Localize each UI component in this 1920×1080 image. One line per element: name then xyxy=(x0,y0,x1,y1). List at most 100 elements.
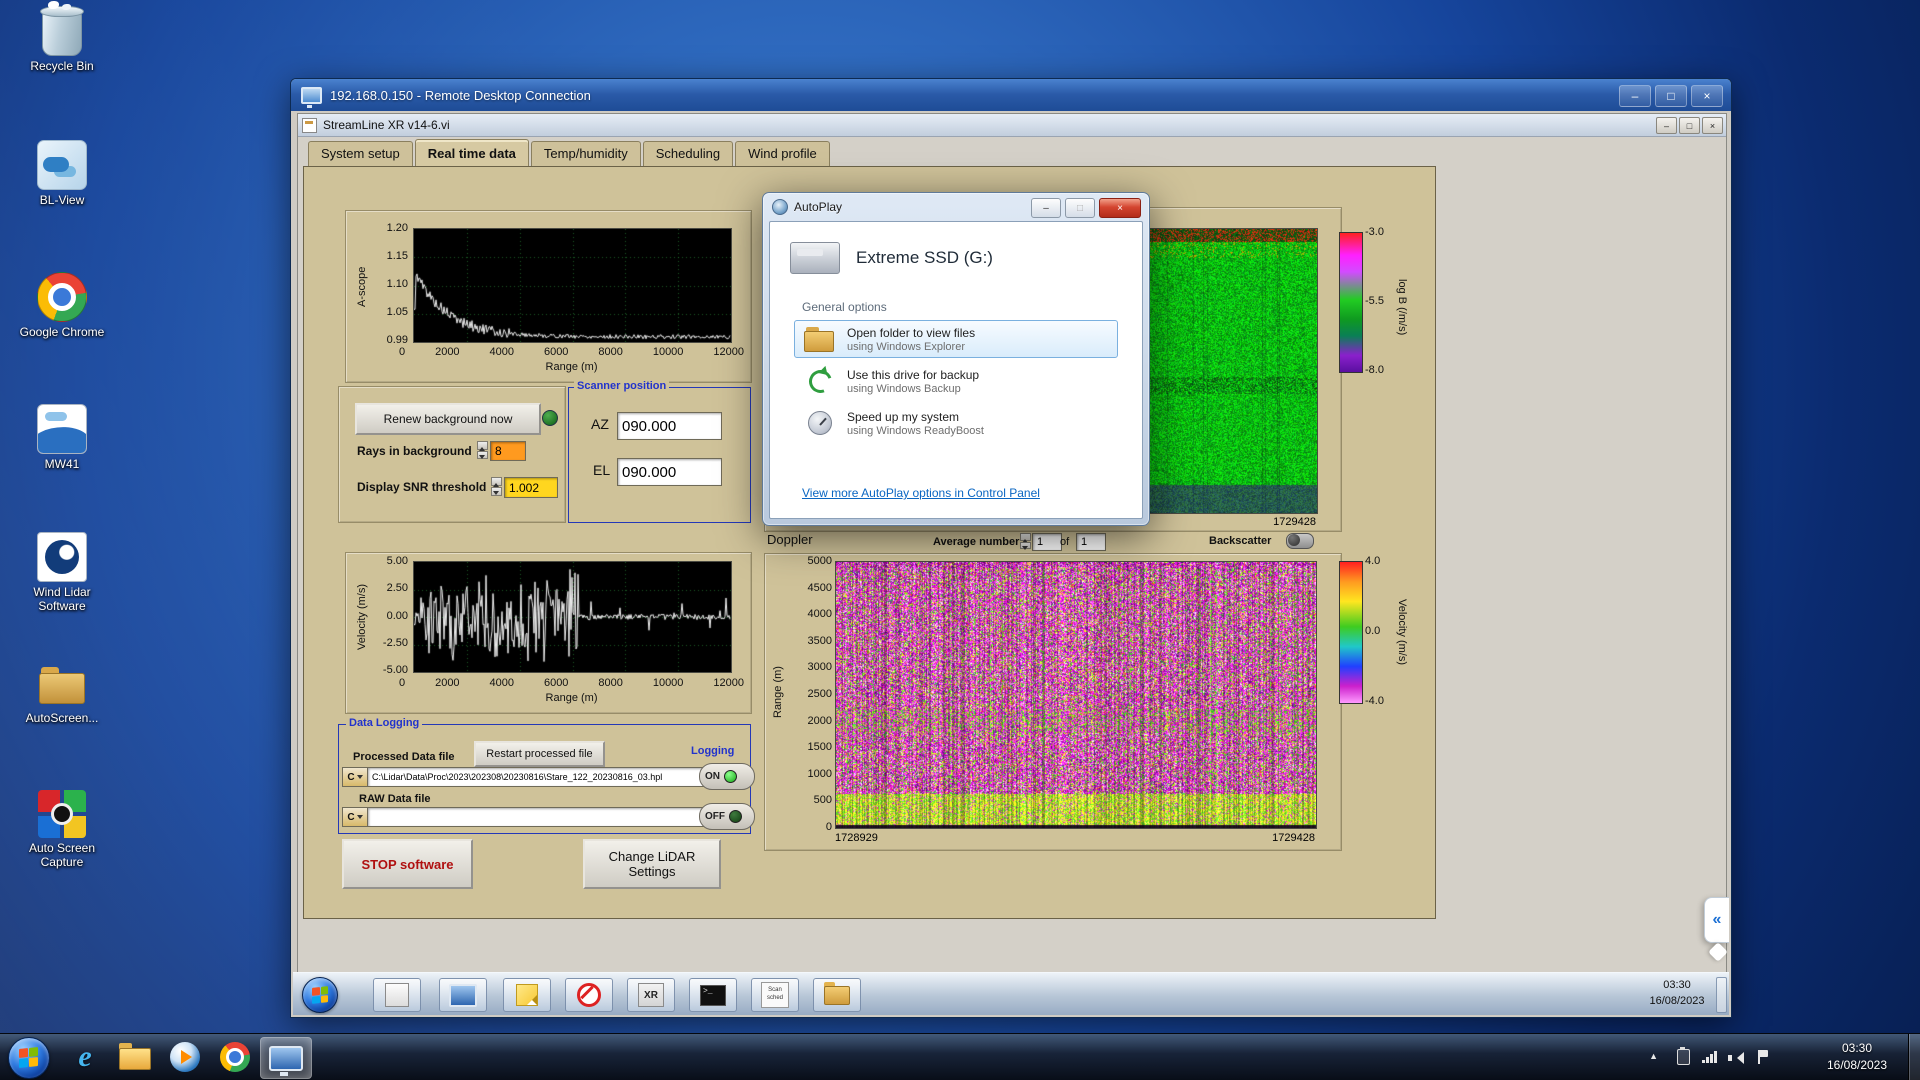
rdp-titlebar: 192.168.0.150 - Remote Desktop Connectio… xyxy=(291,79,1731,111)
remote-start-button[interactable] xyxy=(302,977,338,1013)
raw-drive-selector[interactable]: C xyxy=(342,807,368,827)
autoplay-body: Extreme SSD (G:) General options Open fo… xyxy=(769,221,1143,519)
rdp-maximize-icon[interactable]: □ xyxy=(1655,85,1687,107)
ascope-x-tick: 10000 xyxy=(653,346,684,358)
windows-flag-icon xyxy=(19,1047,38,1068)
doppler-y-tick: 4000 xyxy=(808,608,832,620)
doppler-y-tick: 2500 xyxy=(808,688,832,700)
tray-volume-icon[interactable] xyxy=(1728,1052,1744,1064)
backscatter-toggle[interactable] xyxy=(1286,533,1314,549)
remote-taskbar-display-settings-app[interactable] xyxy=(439,978,487,1012)
remote-taskbar-clock[interactable]: 03:30 16/08/2023 xyxy=(1641,978,1713,1010)
recycle-bin-icon xyxy=(42,10,82,56)
autoplay-option-folder[interactable]: Open folder to view filesusing Windows E… xyxy=(794,320,1118,358)
velocity-y-tick: -2.50 xyxy=(383,637,408,649)
ascope-plot-canvas xyxy=(413,228,732,343)
processed-drive-selector[interactable]: C xyxy=(342,767,368,787)
processed-logging-switch[interactable]: ON xyxy=(699,763,755,790)
taskbar-internet-explorer[interactable]: e xyxy=(60,1037,110,1077)
show-desktop-button[interactable] xyxy=(1908,1034,1920,1080)
az-field[interactable]: 090.000 xyxy=(617,412,722,440)
autoplay-option-readyboost[interactable]: Speed up my systemusing Windows ReadyBoo… xyxy=(794,404,1118,442)
scanner-position-title: Scanner position xyxy=(574,380,669,392)
desktop-icon-label: AutoScreen... xyxy=(12,712,112,726)
desktop-icon-label: BL-View xyxy=(12,194,112,208)
display-settings-app-icon xyxy=(449,984,477,1007)
desktop-icon-google-chrome[interactable]: Google Chrome xyxy=(12,272,112,340)
drive-name: Extreme SSD (G:) xyxy=(856,248,993,268)
change-lidar-settings-button[interactable]: Change LiDAR Settings xyxy=(583,839,721,889)
raw-path-field[interactable] xyxy=(367,807,705,827)
remote-taskbar-document-app[interactable] xyxy=(373,978,421,1012)
velocity-x-tick: 2000 xyxy=(435,677,459,689)
average-of-field[interactable]: 1 xyxy=(1076,533,1106,551)
taskbar-media-player[interactable] xyxy=(160,1037,210,1077)
tray-network-icon[interactable] xyxy=(1702,1052,1718,1063)
teamviewer-panel-tab[interactable]: « xyxy=(1704,897,1729,943)
processed-path-field[interactable]: C:\Lidar\Data\Proc\2023\202308\20230816\… xyxy=(367,767,705,787)
lv-close-icon[interactable]: × xyxy=(1702,117,1723,134)
remote-taskbar-xr-app[interactable]: XR xyxy=(627,978,675,1012)
autoplay-icon xyxy=(772,199,788,215)
raw-logging-switch[interactable]: OFF xyxy=(699,803,755,830)
tab-real-time-data[interactable]: Real time data xyxy=(415,139,529,166)
lv-restore-icon[interactable]: □ xyxy=(1679,117,1700,134)
average-number-spinner[interactable] xyxy=(1020,533,1031,549)
desktop-icon-wind-lidar-software[interactable]: Wind Lidar Software xyxy=(12,532,112,614)
tab-temp-humidity[interactable]: Temp/humidity xyxy=(531,141,641,166)
remote-show-desktop-button[interactable] xyxy=(1716,977,1727,1013)
backscatter-colorbar-tick: -5.5 xyxy=(1365,295,1384,307)
taskbar-remote-desktop[interactable] xyxy=(260,1037,312,1079)
rays-in-background-field[interactable]: 8 xyxy=(490,441,526,461)
el-field[interactable]: 090.000 xyxy=(617,458,722,486)
taskbar-clock[interactable]: 03:30 16/08/2023 xyxy=(1810,1040,1904,1075)
desktop-icon-autoscreen[interactable]: AutoScreen... xyxy=(12,660,112,726)
remote-taskbar-console-app[interactable] xyxy=(689,978,737,1012)
backscatter-toggle-label: Backscatter xyxy=(1209,535,1271,547)
autoplay-option-backup[interactable]: Use this drive for backupusing Windows B… xyxy=(794,362,1118,400)
show-hidden-icons-button[interactable]: ▲ xyxy=(1649,1051,1658,1061)
autoplay-close-icon[interactable]: × xyxy=(1099,198,1141,218)
ascope-x-tick: 4000 xyxy=(490,346,514,358)
remote-taskbar-power-control-app[interactable] xyxy=(565,978,613,1012)
tab-wind-profile[interactable]: Wind profile xyxy=(735,141,830,166)
remote-taskbar-scan-scheduler-app[interactable]: Scansched xyxy=(751,978,799,1012)
snr-threshold-field[interactable]: 1.002 xyxy=(504,477,558,498)
of-label: of xyxy=(1060,536,1069,548)
autoplay-minimize-icon[interactable]: – xyxy=(1031,198,1061,218)
average-number-field[interactable]: 1 xyxy=(1032,533,1062,551)
desktop-icon-mw41[interactable]: MW41 xyxy=(12,404,112,472)
doppler-colorbar-tick: -4.0 xyxy=(1365,695,1384,707)
remote-taskbar-folder-app[interactable] xyxy=(813,978,861,1012)
snr-spinner[interactable] xyxy=(491,477,502,496)
autoplay-maximize-icon: □ xyxy=(1065,198,1095,218)
desktop-icon-auto-screen-capture[interactable]: Auto Screen Capture xyxy=(12,790,112,870)
renew-background-button[interactable]: Renew background now xyxy=(355,403,541,435)
rays-in-background-label: Rays in background xyxy=(357,444,472,458)
windows-explorer-icon xyxy=(119,1048,151,1070)
rdp-close-icon[interactable]: × xyxy=(1691,85,1723,107)
desktop-icon-bl-view[interactable]: BL-View xyxy=(12,140,112,208)
autoplay-options-list: Open folder to view filesusing Windows E… xyxy=(794,320,1118,442)
tray-clipboard-icon[interactable] xyxy=(1677,1049,1690,1065)
rays-spinner[interactable] xyxy=(477,441,488,459)
autoplay-control-panel-link[interactable]: View more AutoPlay options in Control Pa… xyxy=(802,486,1040,500)
start-button[interactable] xyxy=(8,1037,50,1079)
tray-action-center-flag-icon[interactable] xyxy=(1758,1050,1768,1064)
tab-system-setup[interactable]: System setup xyxy=(308,141,413,166)
desktop-icon-recycle-bin[interactable]: Recycle Bin xyxy=(12,10,112,74)
stop-software-button[interactable]: STOP software xyxy=(342,839,473,889)
google-chrome-icon xyxy=(37,272,87,322)
autoplay-titlebar: AutoPlay – □ × xyxy=(763,193,1149,221)
remote-taskbar-sticky-notes-app[interactable] xyxy=(503,978,551,1012)
taskbar-chrome[interactable] xyxy=(210,1037,260,1077)
lv-minimize-icon[interactable]: – xyxy=(1656,117,1677,134)
taskbar-windows-explorer[interactable] xyxy=(110,1037,160,1077)
on-led xyxy=(724,770,737,783)
velocity-y-tick: 2.50 xyxy=(387,582,408,594)
doppler-colorbar-tick: 0.0 xyxy=(1365,625,1380,637)
restart-processed-file-button[interactable]: Restart processed file xyxy=(474,741,605,767)
backup-icon xyxy=(803,366,837,396)
tab-scheduling[interactable]: Scheduling xyxy=(643,141,733,166)
rdp-minimize-icon[interactable]: – xyxy=(1619,85,1651,107)
